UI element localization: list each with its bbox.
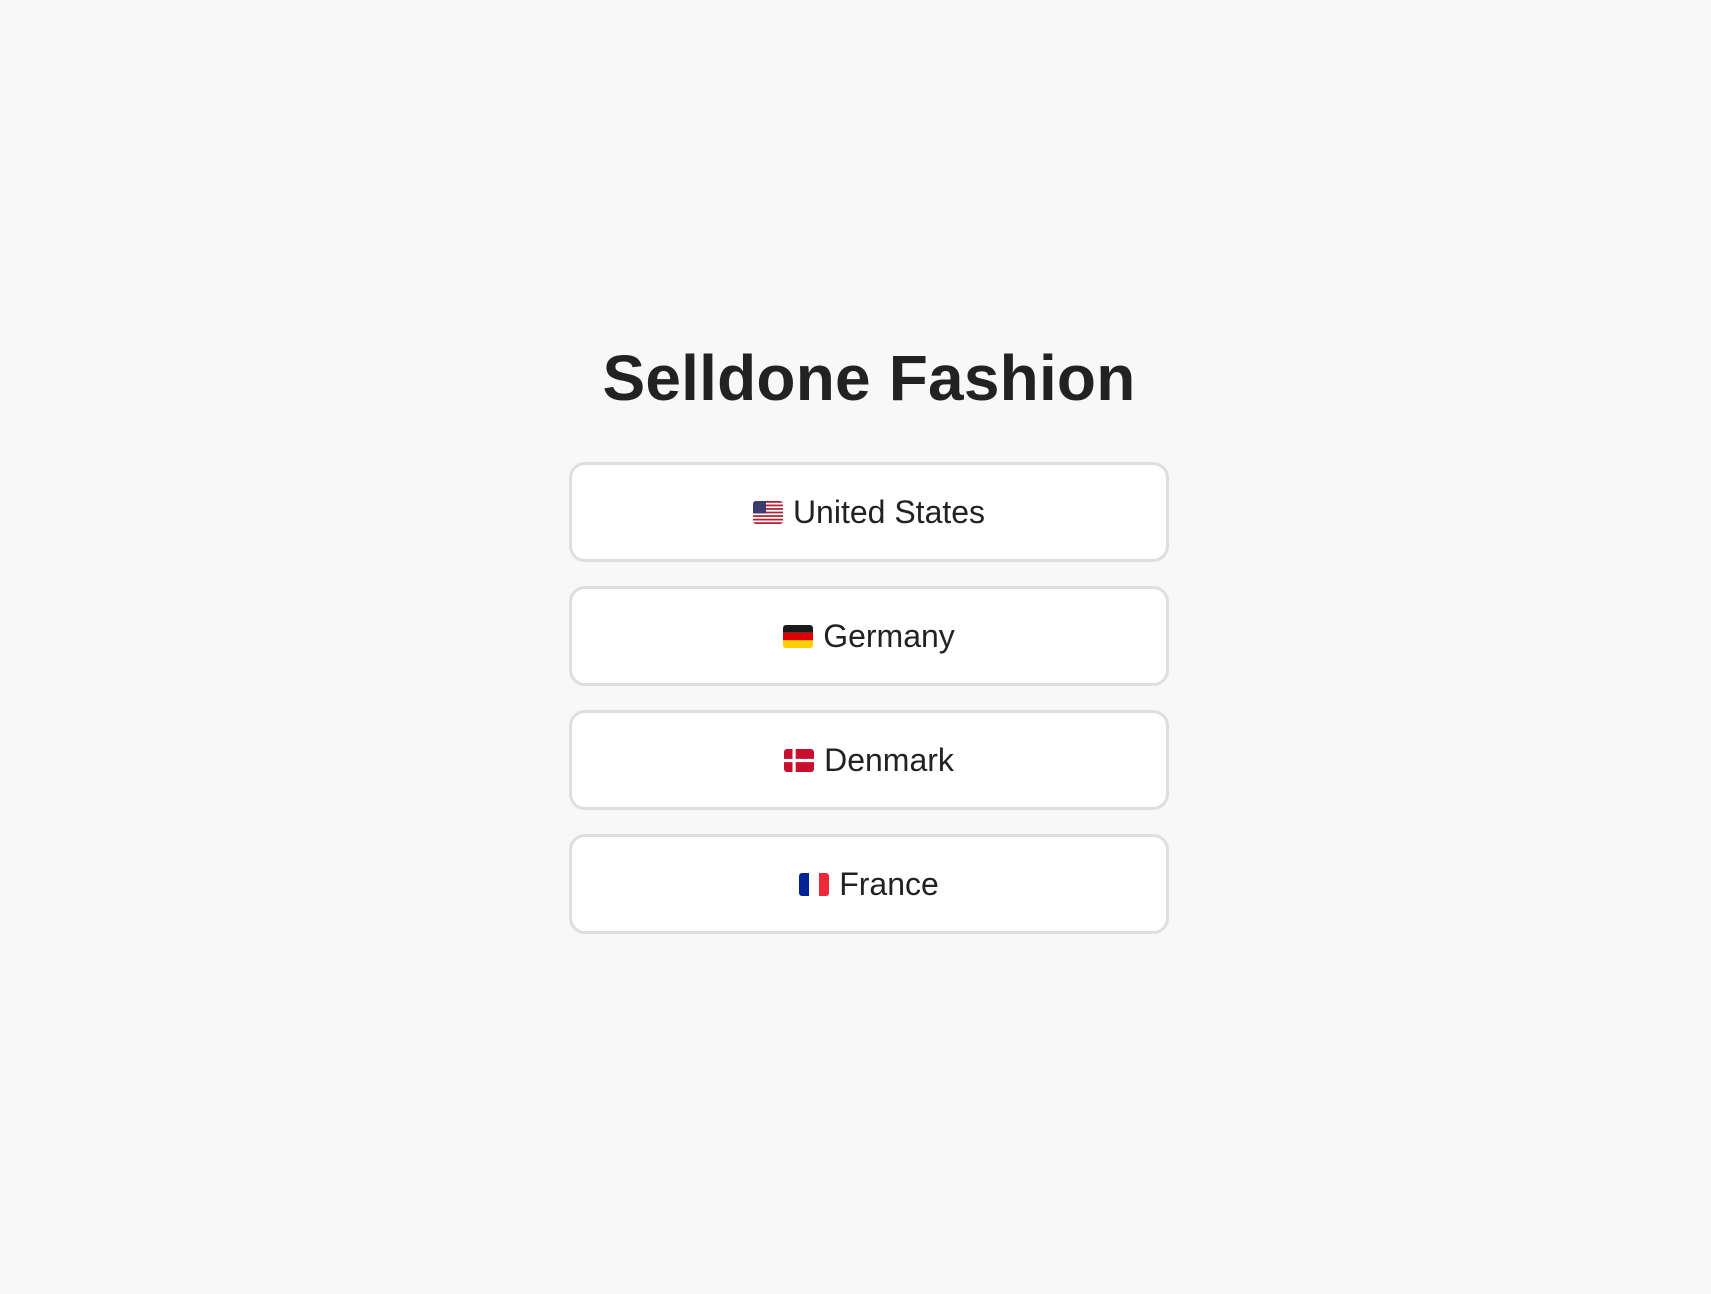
country-button-france[interactable]: France [569,834,1169,934]
country-label: Denmark [824,742,954,778]
country-label: Germany [823,618,955,654]
france-flag-icon [799,872,830,896]
country-label: France [839,866,939,902]
us-flag-icon [752,500,783,524]
country-list: United States Germany Denmark France [569,462,1169,958]
country-button-united-states[interactable]: United States [569,462,1169,562]
country-button-germany[interactable]: Germany [569,586,1169,686]
denmark-flag-icon [784,748,815,772]
germany-flag-icon [783,624,814,648]
country-button-denmark[interactable]: Denmark [569,710,1169,810]
country-label: United States [792,494,986,530]
page-title: Selldone Fashion [602,342,1136,414]
